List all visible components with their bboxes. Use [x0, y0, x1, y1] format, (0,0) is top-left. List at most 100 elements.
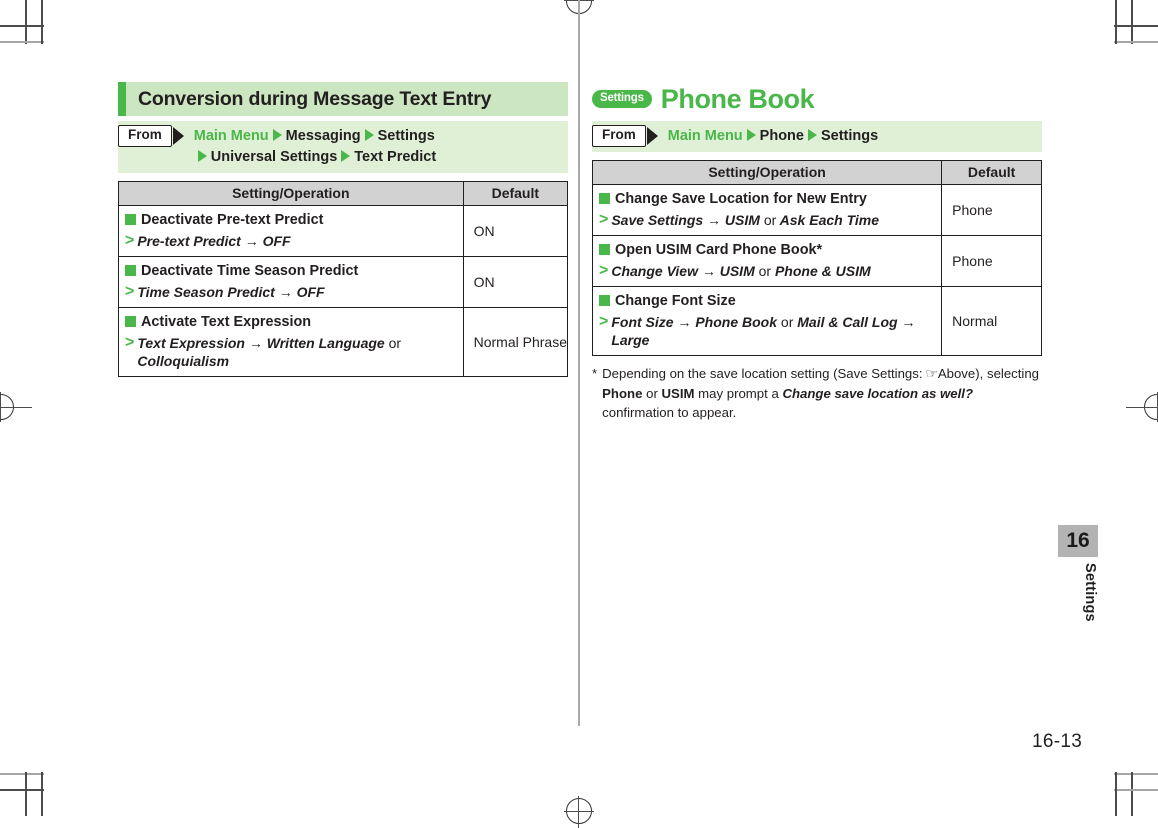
path-separator-icon: [364, 129, 374, 141]
column-divider: [578, 0, 580, 726]
operation-title-text: Deactivate Time Season Predict: [141, 263, 359, 280]
from-strip-right: From Main Menu Phone Settings: [592, 121, 1042, 152]
default-cell: Phone: [941, 183, 1042, 237]
chevron-right-icon: >: [125, 334, 135, 352]
footnote-bold-2: USIM: [661, 386, 695, 402]
pointing-hand-icon: ☞: [925, 366, 939, 382]
default-cell: Phone: [941, 235, 1042, 288]
from-path-right: Main Menu Phone Settings: [658, 125, 878, 147]
operation-cell: Activate Text Expression > Text Expressi…: [118, 307, 464, 378]
operation-step-text: Font Size → Phone Book or Mail & Call Lo…: [611, 313, 915, 349]
path-separator-icon: [272, 129, 282, 141]
table-row: Deactivate Time Season Predict > Time Se…: [118, 256, 569, 309]
path-separator-icon: [746, 129, 756, 141]
footnote-text: Depending on the save location setting (…: [602, 364, 1042, 422]
operation-step-c: Large: [611, 332, 650, 349]
operation-title: Open USIM Card Phone Book*: [599, 241, 935, 260]
operation-title-text: Open USIM Card Phone Book*: [615, 242, 823, 259]
left-column: Conversion during Message Text Entry Fro…: [118, 82, 569, 378]
path-separator-icon: [807, 129, 817, 141]
operation-title: Change Save Location for New Entry: [599, 190, 935, 209]
footnote-part-4: or: [646, 386, 658, 402]
operation-title: Change Font Size: [599, 292, 935, 311]
manual-page: Conversion during Message Text Entry Fro…: [0, 0, 1158, 828]
footnote-part-5: may prompt a: [698, 386, 779, 402]
table-row: Activate Text Expression > Text Expressi…: [118, 307, 569, 378]
operation-step-text: Text Expression → Written Language or Co…: [137, 334, 401, 370]
chevron-right-icon: >: [599, 261, 609, 279]
col-header-operation: Setting/Operation: [591, 160, 943, 185]
chapter-title: Settings Phone Book: [592, 82, 1042, 116]
default-cell: Normal Phrase: [462, 307, 569, 378]
from-path-item: Phone: [759, 128, 804, 144]
operation-step-a: Save Settings → USIM: [611, 211, 760, 228]
operation-step-conjunction: or: [388, 335, 402, 352]
green-square-bullet-icon: [125, 214, 136, 226]
green-square-bullet-icon: [125, 316, 136, 328]
operation-steps: > Time Season Predict → OFF: [125, 283, 457, 301]
operation-cell: Change Save Location for New Entry > Sav…: [591, 183, 943, 237]
from-path-left: Main Menu Messaging Settings Universal Set…: [184, 125, 436, 167]
from-strip-left: From Main Menu Messaging Settings Universa…: [118, 121, 568, 174]
operation-step-text: Save Settings → USIM or Ask Each Time: [611, 211, 879, 229]
green-square-bullet-icon: [599, 295, 610, 307]
table-row: Change Save Location for New Entry > Sav…: [591, 183, 1042, 237]
chapter-tab: 16 Settings: [1058, 525, 1098, 622]
table-row: Open USIM Card Phone Book* > Change View…: [591, 235, 1042, 288]
footnote-bold-1: Phone: [602, 386, 643, 402]
operation-step-conjunction: or: [780, 313, 794, 330]
footnote-italic-1: Change save location as well?: [782, 386, 974, 402]
chapter-tab-label: Settings: [1082, 563, 1098, 622]
chapter-number: 16: [1058, 525, 1098, 557]
table-header-row: Setting/Operation Default: [118, 181, 569, 207]
section-heading-text: Conversion during Message Text Entry: [138, 87, 492, 110]
path-separator-icon: [197, 149, 207, 162]
from-label: From: [118, 125, 172, 147]
green-square-bullet-icon: [125, 265, 136, 277]
table-row: Change Font Size > Font Size → Phone Boo…: [591, 286, 1042, 357]
operation-step-text: Change View → USIM or Phone & USIM: [611, 262, 870, 280]
footnote-part-3: selecting: [986, 366, 1040, 382]
operation-title-text: Deactivate Pre-text Predict: [141, 212, 324, 229]
from-label: From: [592, 125, 646, 147]
operation-step-b: Mail & Call Log →: [797, 313, 916, 330]
col-header-default: Default: [462, 181, 569, 207]
operation-title: Deactivate Time Season Predict: [125, 262, 457, 281]
operation-step-b: Ask Each Time: [779, 211, 880, 228]
operation-step-conjunction: or: [758, 262, 772, 279]
from-badge: From: [118, 125, 184, 147]
operation-steps: > Pre-text Predict → OFF: [125, 232, 457, 250]
default-cell: ON: [462, 256, 569, 309]
operation-step-conjunction: or: [763, 211, 777, 228]
from-path-item: Universal Settings: [210, 148, 338, 165]
col-header-operation: Setting/Operation: [118, 181, 464, 207]
operation-title-text: Change Save Location for New Entry: [615, 191, 867, 207]
path-separator-icon: [341, 149, 351, 162]
footnote-part-1: Depending on the save location setting (…: [602, 366, 923, 382]
chevron-right-icon: >: [125, 231, 135, 249]
from-path-item: Text Predict: [354, 148, 437, 165]
footnote-part-6: confirmation to appear.: [602, 405, 737, 421]
operation-steps: > Save Settings → USIM or Ask Each Time: [599, 211, 935, 229]
operation-title: Deactivate Pre-text Predict: [125, 211, 457, 230]
table-row: Deactivate Pre-text Predict > Pre-text P…: [118, 205, 569, 258]
green-square-bullet-icon: [599, 193, 610, 204]
operation-cell: Deactivate Time Season Predict > Time Se…: [118, 256, 464, 309]
default-cell: ON: [462, 205, 569, 258]
footnote-marker: *: [592, 366, 598, 382]
operation-step-text: Pre-text Predict → OFF: [137, 232, 291, 249]
settings-badge: Settings: [592, 90, 652, 108]
operation-step-a: Text Expression → Written Language: [137, 335, 385, 352]
section-heading: Conversion during Message Text Entry: [118, 82, 568, 116]
table-header-row: Setting/Operation Default: [591, 160, 1042, 185]
from-path-item: Messaging: [285, 128, 361, 144]
from-path-item: Settings: [377, 128, 435, 144]
from-arrow-icon: [646, 126, 658, 145]
operation-cell: Change Font Size > Font Size → Phone Boo…: [591, 286, 943, 357]
page-number: 16-13: [1032, 731, 1083, 752]
settings-table-right: Setting/Operation Default Change Save Lo…: [591, 160, 1042, 357]
chevron-right-icon: >: [125, 282, 135, 300]
operation-title-text: Activate Text Expression: [141, 314, 312, 331]
operation-step-b: Colloquialism: [137, 353, 230, 370]
right-column: Settings Phone Book From Main Menu Phone S…: [591, 82, 1042, 422]
